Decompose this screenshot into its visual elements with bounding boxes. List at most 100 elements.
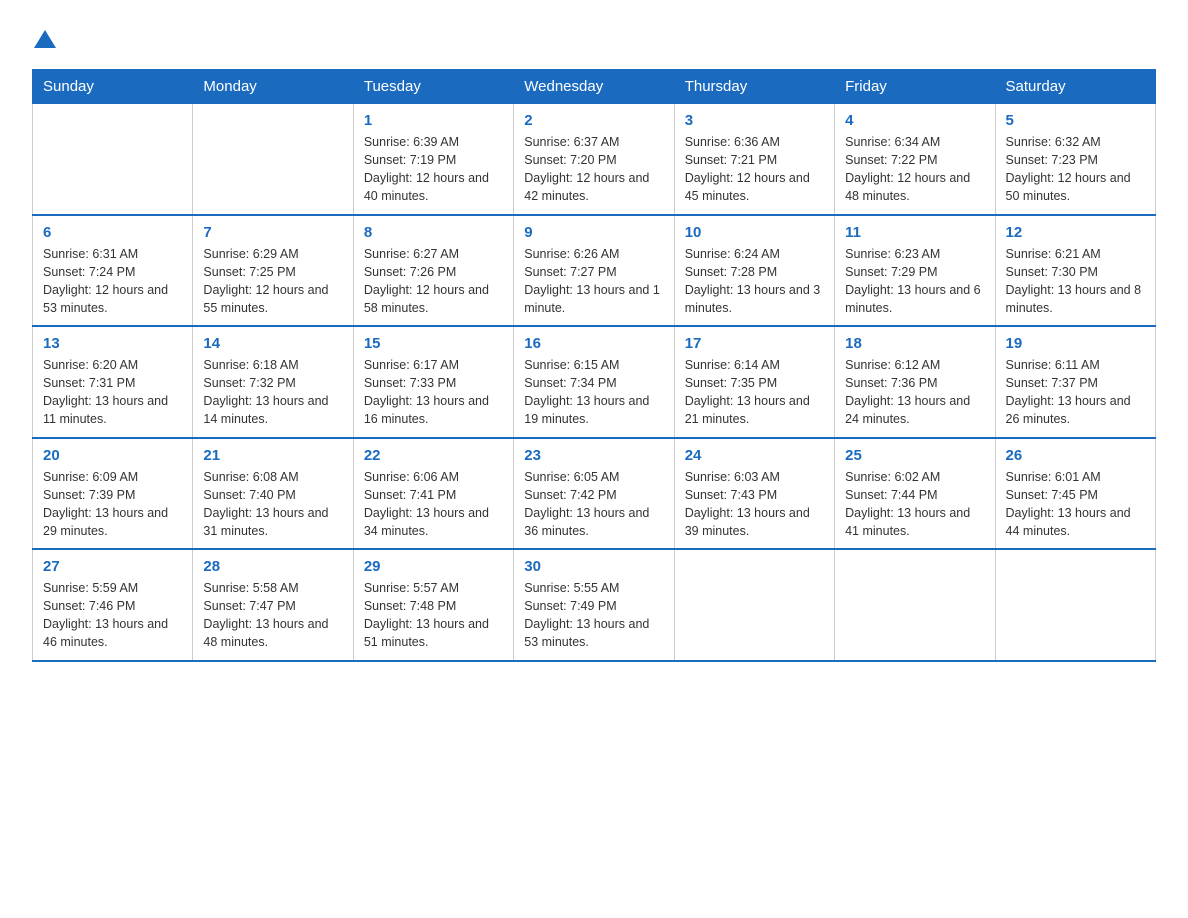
- calendar-body: 1 Sunrise: 6:39 AM Sunset: 7:19 PM Daylig…: [33, 104, 1156, 661]
- day-number: 14: [203, 335, 342, 352]
- calendar-cell: 1 Sunrise: 6:39 AM Sunset: 7:19 PM Daylig…: [353, 104, 513, 215]
- calendar-cell: 11 Sunrise: 6:23 AM Sunset: 7:29 PM Dayli…: [835, 215, 995, 327]
- day-number: 11: [845, 224, 984, 241]
- calendar-cell: 18 Sunrise: 6:12 AM Sunset: 7:36 PM Dayli…: [835, 326, 995, 438]
- calendar-header: SundayMondayTuesdayWednesdayThursdayFrid…: [33, 70, 1156, 104]
- calendar-cell: 29 Sunrise: 5:57 AM Sunset: 7:48 PM Dayli…: [353, 549, 513, 661]
- calendar-cell: 8 Sunrise: 6:27 AM Sunset: 7:26 PM Daylig…: [353, 215, 513, 327]
- header-row: SundayMondayTuesdayWednesdayThursdayFrid…: [33, 70, 1156, 104]
- day-number: 24: [685, 447, 824, 464]
- calendar-cell: 12 Sunrise: 6:21 AM Sunset: 7:30 PM Dayli…: [995, 215, 1155, 327]
- day-number: 28: [203, 558, 342, 575]
- calendar-cell: 6Sunrise: 6:31 AM Sunset: 7:24 PM Daylig…: [33, 215, 193, 327]
- day-number: 8: [364, 224, 503, 241]
- day-info: Sunrise: 6:03 AM Sunset: 7:43 PM Dayligh…: [685, 468, 824, 541]
- calendar-cell: [193, 104, 353, 215]
- calendar-cell: 17 Sunrise: 6:14 AM Sunset: 7:35 PM Dayli…: [674, 326, 834, 438]
- header-day-friday: Friday: [835, 70, 995, 104]
- day-info: Sunrise: 6:21 AM Sunset: 7:30 PM Dayligh…: [1006, 245, 1145, 318]
- day-info: Sunrise: 6:23 AM Sunset: 7:29 PM Dayligh…: [845, 245, 984, 318]
- calendar-cell: 30 Sunrise: 5:55 AM Sunset: 7:49 PM Dayli…: [514, 549, 674, 661]
- calendar-cell: 26 Sunrise: 6:01 AM Sunset: 7:45 PM Dayli…: [995, 438, 1155, 550]
- day-number: 9: [524, 224, 663, 241]
- page-header: [32, 24, 1156, 53]
- day-number: 22: [364, 447, 503, 464]
- logo-triangle-icon: [34, 30, 56, 48]
- day-info: Sunrise: 6:31 AM Sunset: 7:24 PM Dayligh…: [43, 245, 182, 318]
- calendar-cell: 25Sunrise: 6:02 AM Sunset: 7:44 PM Dayli…: [835, 438, 995, 550]
- day-number: 15: [364, 335, 503, 352]
- day-info: Sunrise: 6:17 AM Sunset: 7:33 PM Dayligh…: [364, 356, 503, 429]
- header-day-wednesday: Wednesday: [514, 70, 674, 104]
- day-number: 10: [685, 224, 824, 241]
- calendar-cell: [835, 549, 995, 661]
- calendar-cell: 20 Sunrise: 6:09 AM Sunset: 7:39 PM Dayli…: [33, 438, 193, 550]
- calendar-cell: 7 Sunrise: 6:29 AM Sunset: 7:25 PM Daylig…: [193, 215, 353, 327]
- week-row-1: 1 Sunrise: 6:39 AM Sunset: 7:19 PM Daylig…: [33, 104, 1156, 215]
- calendar-cell: 28 Sunrise: 5:58 AM Sunset: 7:47 PM Dayli…: [193, 549, 353, 661]
- header-day-tuesday: Tuesday: [353, 70, 513, 104]
- day-info: Sunrise: 6:01 AM Sunset: 7:45 PM Dayligh…: [1006, 468, 1145, 541]
- day-number: 5: [1006, 112, 1145, 129]
- day-number: 7: [203, 224, 342, 241]
- day-number: 21: [203, 447, 342, 464]
- week-row-5: 27Sunrise: 5:59 AM Sunset: 7:46 PM Dayli…: [33, 549, 1156, 661]
- day-info: Sunrise: 6:05 AM Sunset: 7:42 PM Dayligh…: [524, 468, 663, 541]
- day-info: Sunrise: 6:26 AM Sunset: 7:27 PM Dayligh…: [524, 245, 663, 318]
- calendar-cell: 3Sunrise: 6:36 AM Sunset: 7:21 PM Daylig…: [674, 104, 834, 215]
- day-info: Sunrise: 6:11 AM Sunset: 7:37 PM Dayligh…: [1006, 356, 1145, 429]
- calendar-cell: [995, 549, 1155, 661]
- day-number: 16: [524, 335, 663, 352]
- week-row-3: 13 Sunrise: 6:20 AM Sunset: 7:31 PM Dayli…: [33, 326, 1156, 438]
- day-info: Sunrise: 6:14 AM Sunset: 7:35 PM Dayligh…: [685, 356, 824, 429]
- calendar-cell: 22 Sunrise: 6:06 AM Sunset: 7:41 PM Dayli…: [353, 438, 513, 550]
- day-number: 12: [1006, 224, 1145, 241]
- day-info: Sunrise: 6:39 AM Sunset: 7:19 PM Dayligh…: [364, 133, 503, 206]
- day-number: 13: [43, 335, 182, 352]
- day-number: 2: [524, 112, 663, 129]
- day-info: Sunrise: 6:09 AM Sunset: 7:39 PM Dayligh…: [43, 468, 182, 541]
- week-row-2: 6Sunrise: 6:31 AM Sunset: 7:24 PM Daylig…: [33, 215, 1156, 327]
- day-info: Sunrise: 6:29 AM Sunset: 7:25 PM Dayligh…: [203, 245, 342, 318]
- day-info: Sunrise: 6:08 AM Sunset: 7:40 PM Dayligh…: [203, 468, 342, 541]
- calendar-cell: 24 Sunrise: 6:03 AM Sunset: 7:43 PM Dayli…: [674, 438, 834, 550]
- day-info: Sunrise: 5:59 AM Sunset: 7:46 PM Dayligh…: [43, 579, 182, 652]
- day-info: Sunrise: 6:32 AM Sunset: 7:23 PM Dayligh…: [1006, 133, 1145, 206]
- day-number: 23: [524, 447, 663, 464]
- day-info: Sunrise: 6:12 AM Sunset: 7:36 PM Dayligh…: [845, 356, 984, 429]
- day-info: Sunrise: 6:06 AM Sunset: 7:41 PM Dayligh…: [364, 468, 503, 541]
- header-day-thursday: Thursday: [674, 70, 834, 104]
- day-number: 1: [364, 112, 503, 129]
- day-info: Sunrise: 6:27 AM Sunset: 7:26 PM Dayligh…: [364, 245, 503, 318]
- day-number: 25: [845, 447, 984, 464]
- day-info: Sunrise: 5:58 AM Sunset: 7:47 PM Dayligh…: [203, 579, 342, 652]
- calendar-cell: 23 Sunrise: 6:05 AM Sunset: 7:42 PM Dayli…: [514, 438, 674, 550]
- day-number: 26: [1006, 447, 1145, 464]
- day-info: Sunrise: 6:37 AM Sunset: 7:20 PM Dayligh…: [524, 133, 663, 206]
- day-info: Sunrise: 6:24 AM Sunset: 7:28 PM Dayligh…: [685, 245, 824, 318]
- day-number: 17: [685, 335, 824, 352]
- day-info: Sunrise: 6:20 AM Sunset: 7:31 PM Dayligh…: [43, 356, 182, 429]
- calendar-table: SundayMondayTuesdayWednesdayThursdayFrid…: [32, 69, 1156, 662]
- day-number: 18: [845, 335, 984, 352]
- calendar-cell: 5 Sunrise: 6:32 AM Sunset: 7:23 PM Daylig…: [995, 104, 1155, 215]
- calendar-cell: 27Sunrise: 5:59 AM Sunset: 7:46 PM Dayli…: [33, 549, 193, 661]
- header-day-sunday: Sunday: [33, 70, 193, 104]
- day-number: 20: [43, 447, 182, 464]
- calendar-cell: 4 Sunrise: 6:34 AM Sunset: 7:22 PM Daylig…: [835, 104, 995, 215]
- day-info: Sunrise: 5:55 AM Sunset: 7:49 PM Dayligh…: [524, 579, 663, 652]
- day-info: Sunrise: 5:57 AM Sunset: 7:48 PM Dayligh…: [364, 579, 503, 652]
- day-info: Sunrise: 6:15 AM Sunset: 7:34 PM Dayligh…: [524, 356, 663, 429]
- calendar-cell: 10 Sunrise: 6:24 AM Sunset: 7:28 PM Dayli…: [674, 215, 834, 327]
- calendar-cell: 19Sunrise: 6:11 AM Sunset: 7:37 PM Dayli…: [995, 326, 1155, 438]
- header-day-monday: Monday: [193, 70, 353, 104]
- calendar-cell: 15 Sunrise: 6:17 AM Sunset: 7:33 PM Dayli…: [353, 326, 513, 438]
- calendar-cell: [674, 549, 834, 661]
- calendar-cell: 14Sunrise: 6:18 AM Sunset: 7:32 PM Dayli…: [193, 326, 353, 438]
- day-number: 29: [364, 558, 503, 575]
- day-number: 3: [685, 112, 824, 129]
- day-info: Sunrise: 6:34 AM Sunset: 7:22 PM Dayligh…: [845, 133, 984, 206]
- day-number: 4: [845, 112, 984, 129]
- day-number: 30: [524, 558, 663, 575]
- week-row-4: 20 Sunrise: 6:09 AM Sunset: 7:39 PM Dayli…: [33, 438, 1156, 550]
